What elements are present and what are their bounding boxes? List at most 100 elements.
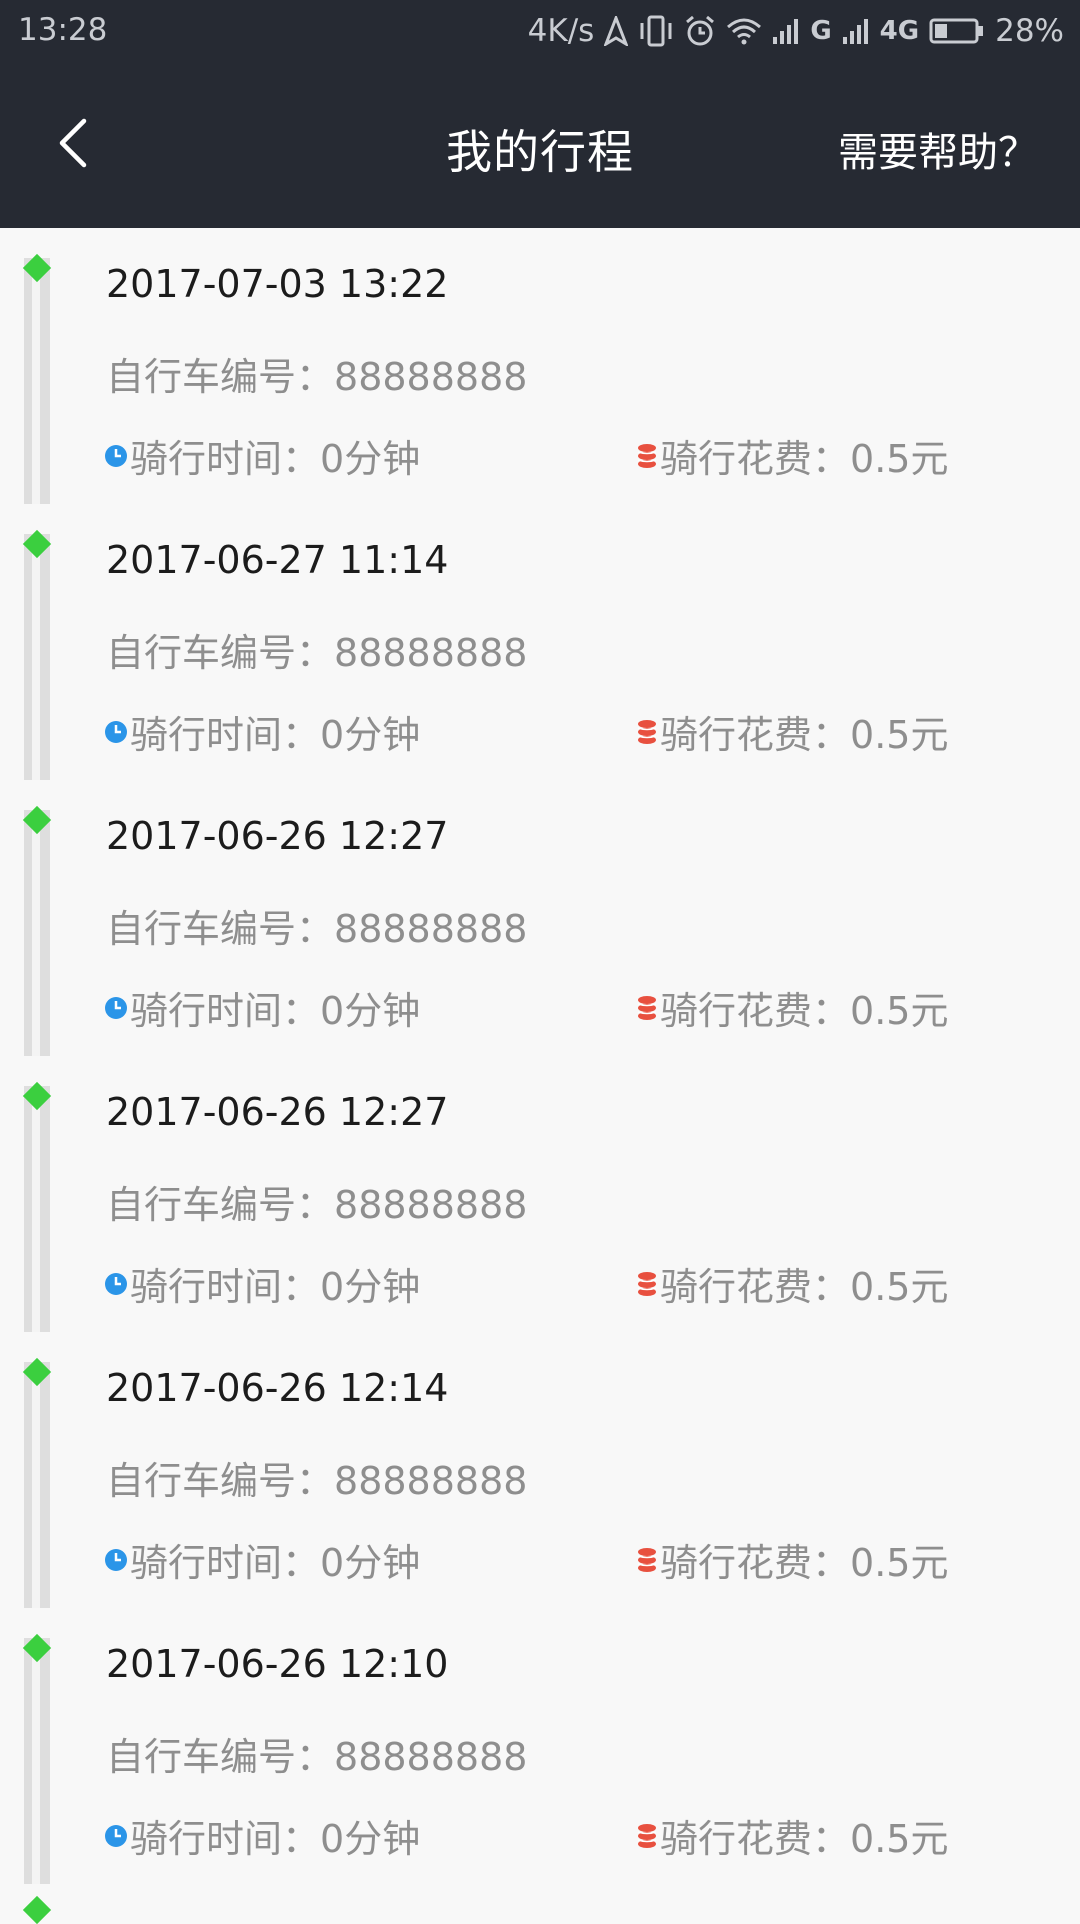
clock-icon <box>104 720 128 744</box>
cost-label: 骑行花费： <box>660 1265 851 1309</box>
trip-item[interactable]: 2017-07-03 13:22 自行车编号：88888888 骑行时间： 0分钟… <box>0 228 1080 504</box>
trip-datetime: 2017-06-26 12:27 <box>106 814 449 858</box>
duration-row: 骑行时间： 0分钟 <box>104 1532 420 1587</box>
network-type-g: G <box>810 16 832 46</box>
status-bar: 13:28 4K/s G 4G 28% <box>0 0 1080 62</box>
cost-label: 骑行花费： <box>660 713 851 757</box>
navigation-icon <box>604 16 629 46</box>
cost-value: 0.5元 <box>850 1817 949 1861</box>
duration-value: 0分钟 <box>320 1265 421 1309</box>
cost-label: 骑行花费： <box>660 437 851 481</box>
duration-label: 骑行时间： <box>130 1265 321 1309</box>
trip-item[interactable]: 2017-06-27 11:14 自行车编号：88888888 骑行时间： 0分钟… <box>0 504 1080 780</box>
duration-value: 0分钟 <box>320 1541 421 1585</box>
duration-value: 0分钟 <box>320 713 421 757</box>
timeline-rail <box>24 1362 50 1608</box>
wifi-icon <box>726 17 762 45</box>
cost-value: 0.5元 <box>850 437 949 481</box>
coins-icon <box>636 443 658 469</box>
status-time: 13:28 <box>18 12 108 48</box>
trip-item[interactable]: 2017-06-26 12:10 自行车编号：88888888 骑行时间： 0分钟… <box>0 1608 1080 1884</box>
coins-icon <box>636 1547 658 1573</box>
cost-value: 0.5元 <box>850 1265 949 1309</box>
trip-list[interactable]: 2017-07-03 13:22 自行车编号：88888888 骑行时间： 0分钟… <box>0 228 1080 1920</box>
cost-row: 骑行花费： 0.5元 <box>636 1256 948 1311</box>
cost-value: 0.5元 <box>850 989 949 1033</box>
coins-icon <box>636 1271 658 1297</box>
clock-icon <box>104 1272 128 1296</box>
cost-row: 骑行花费： 0.5元 <box>636 980 948 1035</box>
coins-icon <box>636 995 658 1021</box>
bike-number-label: 自行车编号： <box>106 907 335 951</box>
battery-level: 28% <box>995 13 1064 49</box>
trip-datetime: 2017-06-27 11:14 <box>106 538 449 582</box>
clock-icon <box>104 1824 128 1848</box>
duration-label: 骑行时间： <box>130 1817 321 1861</box>
bike-number-value: 88888888 <box>334 1735 528 1779</box>
duration-row: 骑行时间： 0分钟 <box>104 704 420 759</box>
cost-row: 骑行花费： 0.5元 <box>636 1532 948 1587</box>
cost-value: 0.5元 <box>850 713 949 757</box>
bike-number-label: 自行车编号： <box>106 631 335 675</box>
timeline-rail <box>24 534 50 780</box>
cost-value: 0.5元 <box>850 1541 949 1585</box>
bike-number-row: 自行车编号：88888888 <box>106 1726 527 1781</box>
timeline-rail <box>24 1086 50 1332</box>
duration-row: 骑行时间： 0分钟 <box>104 980 420 1035</box>
bike-number-label: 自行车编号： <box>106 1183 335 1227</box>
trip-datetime: 2017-06-26 12:27 <box>106 1090 449 1134</box>
bike-number-value: 88888888 <box>334 907 528 951</box>
battery-icon <box>929 17 985 45</box>
trip-item[interactable]: 2017-06-26 12:14 自行车编号：88888888 骑行时间： 0分钟… <box>0 1332 1080 1608</box>
duration-label: 骑行时间： <box>130 989 321 1033</box>
status-icons: 4K/s G 4G 28% <box>528 10 1064 52</box>
duration-value: 0分钟 <box>320 1817 421 1861</box>
bike-number-row: 自行车编号：88888888 <box>106 898 527 953</box>
bike-number-row: 自行车编号：88888888 <box>106 622 527 677</box>
trip-datetime: 2017-06-26 12:10 <box>106 1642 449 1686</box>
cost-row: 骑行花费： 0.5元 <box>636 704 948 759</box>
alarm-icon <box>684 15 716 47</box>
network-type-4g: 4G <box>879 16 920 46</box>
network-speed: 4K/s <box>527 13 595 49</box>
bike-number-label: 自行车编号： <box>106 355 335 399</box>
duration-label: 骑行时间： <box>130 713 321 757</box>
bike-number-label: 自行车编号： <box>106 1459 335 1503</box>
cost-label: 骑行花费： <box>660 1817 851 1861</box>
help-button[interactable]: 需要帮助？ <box>838 120 1038 178</box>
duration-value: 0分钟 <box>320 437 421 481</box>
duration-label: 骑行时间： <box>130 1541 321 1585</box>
signal-icon <box>842 17 870 45</box>
clock-icon <box>104 444 128 468</box>
timeline-rail <box>24 1638 50 1884</box>
coins-icon <box>636 719 658 745</box>
signal-icon <box>772 17 800 45</box>
duration-value: 0分钟 <box>320 989 421 1033</box>
bike-number-value: 88888888 <box>334 355 528 399</box>
bike-number-row: 自行车编号：88888888 <box>106 1450 527 1505</box>
duration-row: 骑行时间： 0分钟 <box>104 1256 420 1311</box>
bike-number-row: 自行车编号：88888888 <box>106 346 527 401</box>
app-header: 我的行程 需要帮助？ <box>0 62 1080 228</box>
cost-row: 骑行花费： 0.5元 <box>636 428 948 483</box>
clock-icon <box>104 1548 128 1572</box>
cost-row: 骑行花费： 0.5元 <box>636 1808 948 1863</box>
duration-row: 骑行时间： 0分钟 <box>104 1808 420 1863</box>
bike-number-row: 自行车编号：88888888 <box>106 1174 527 1229</box>
bike-number-label: 自行车编号： <box>106 1735 335 1779</box>
cost-label: 骑行花费： <box>660 1541 851 1585</box>
timeline-rail <box>24 810 50 1056</box>
trip-datetime: 2017-07-03 13:22 <box>106 262 449 306</box>
trip-item[interactable]: 2017-06-26 12:27 自行车编号：88888888 骑行时间： 0分钟… <box>0 1056 1080 1332</box>
bike-number-value: 88888888 <box>334 631 528 675</box>
duration-row: 骑行时间： 0分钟 <box>104 428 420 483</box>
trip-item[interactable]: 2017-06-26 12:27 自行车编号：88888888 骑行时间： 0分钟… <box>0 780 1080 1056</box>
bike-number-value: 88888888 <box>334 1459 528 1503</box>
bike-number-value: 88888888 <box>334 1183 528 1227</box>
clock-icon <box>104 996 128 1020</box>
duration-label: 骑行时间： <box>130 437 321 481</box>
coins-icon <box>636 1823 658 1849</box>
cost-label: 骑行花费： <box>660 989 851 1033</box>
vibrate-icon <box>638 15 674 47</box>
trip-datetime: 2017-06-26 12:14 <box>106 1366 449 1410</box>
